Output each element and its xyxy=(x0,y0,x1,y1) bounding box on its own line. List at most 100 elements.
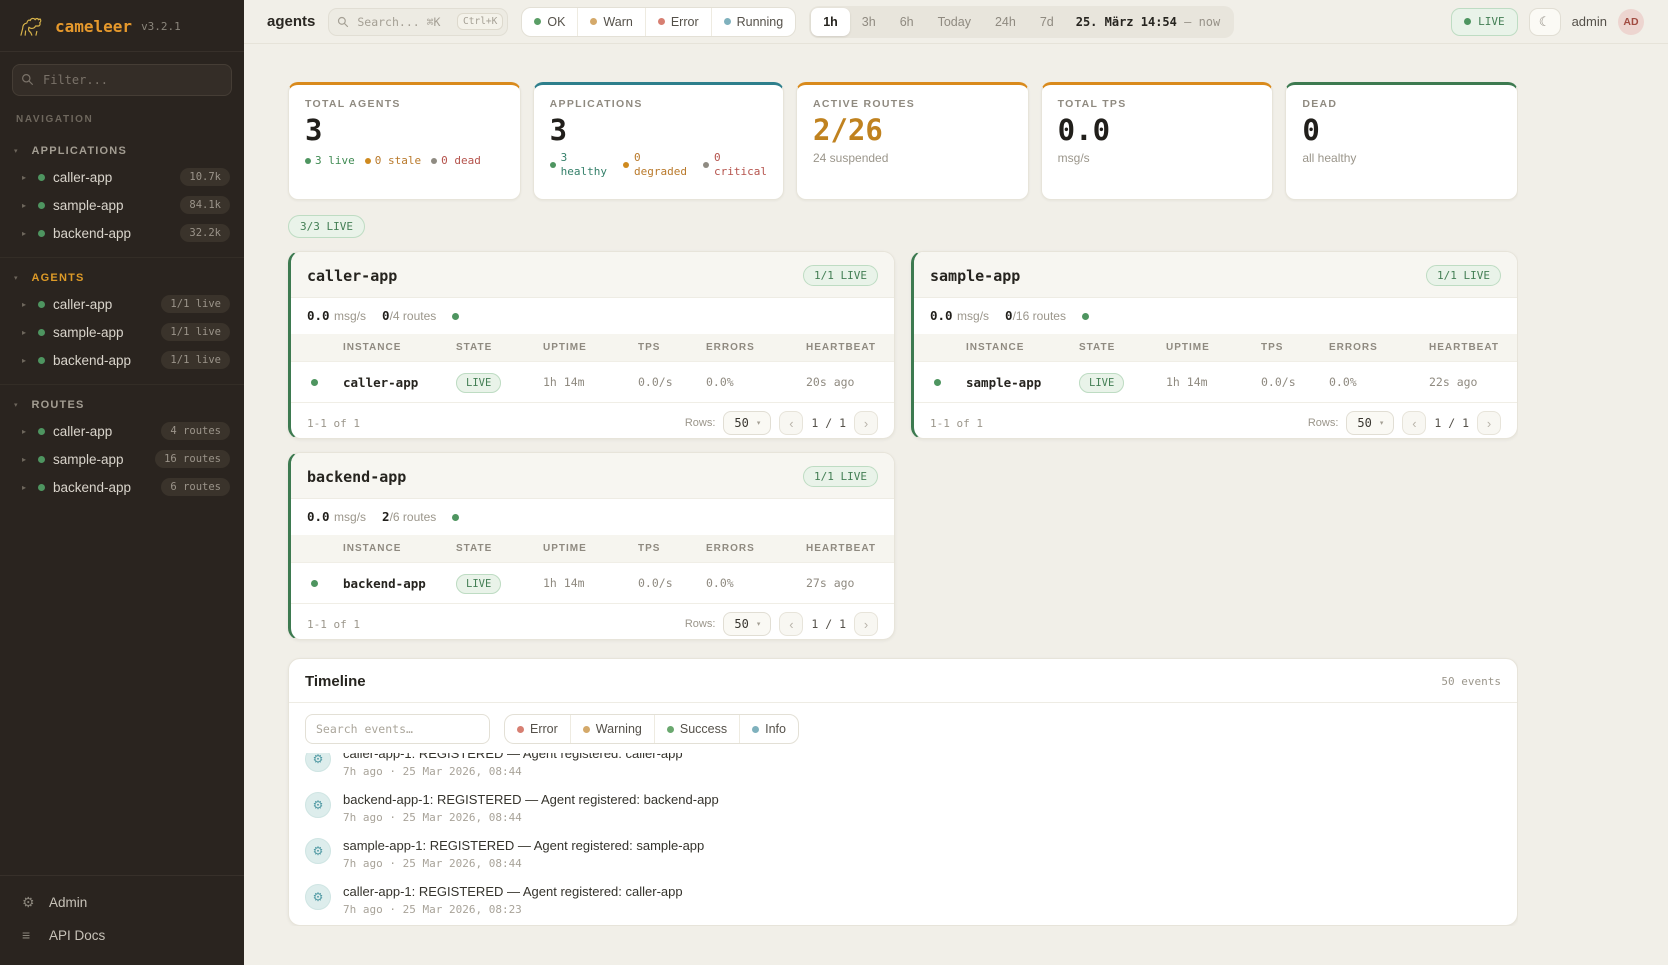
time-range-1h[interactable]: 1h xyxy=(811,8,850,36)
sidebar-item-agents-caller-app[interactable]: ▸ caller-app 1/1 live xyxy=(0,290,244,318)
event-item[interactable]: ⚙ backend-app-1: REGISTERED — Agent regi… xyxy=(289,787,1517,833)
event-filter-warning[interactable]: Warning xyxy=(570,715,654,743)
instance-row[interactable]: backend-app LIVE 1h 14m 0.0/s 0.0% 27s a… xyxy=(291,563,894,604)
next-page-button[interactable]: › xyxy=(854,411,878,435)
page-indicator: 1 / 1 xyxy=(811,617,846,631)
caret-down-icon: ▾ xyxy=(14,274,18,282)
time-range-7d[interactable]: 7d xyxy=(1028,8,1066,36)
timeline-title: Timeline xyxy=(305,673,366,690)
time-range-6h[interactable]: 6h xyxy=(888,8,926,36)
app-card-title: sample-app xyxy=(930,267,1020,285)
brand-logo[interactable]: cameleer v3.2.1 xyxy=(0,0,244,52)
filter-input[interactable] xyxy=(12,64,232,96)
timeline-panel: Timeline 50 events Error Warning xyxy=(288,658,1518,926)
status-dot xyxy=(311,580,318,587)
event-filter-error[interactable]: Error xyxy=(505,715,570,743)
instance-row[interactable]: sample-app LIVE 1h 14m 0.0/s 0.0% 22s ag… xyxy=(914,362,1517,403)
events-search-input[interactable] xyxy=(305,714,490,744)
sidebar-item-routes-backend-app[interactable]: ▸ backend-app 6 routes xyxy=(0,473,244,501)
user-name[interactable]: admin xyxy=(1572,14,1607,29)
event-item[interactable]: ⚙ caller-app-1: REGISTERED — Agent regis… xyxy=(289,879,1517,925)
error-dot xyxy=(517,726,524,733)
sidebar-item-agents-backend-app[interactable]: ▸ backend-app 1/1 live xyxy=(0,346,244,374)
section-header-applications[interactable]: ▾ APPLICATIONS xyxy=(0,139,244,163)
topbar-right: LIVE ☾ admin AD xyxy=(1451,8,1644,36)
sidebar-item-routes-sample-app[interactable]: ▸ sample-app 16 routes xyxy=(0,445,244,473)
sidebar-item-applications-sample-app[interactable]: ▸ sample-app 84.1k xyxy=(0,191,244,219)
event-item[interactable]: ⚙ sample-app-1: REGISTERED — Agent regis… xyxy=(289,833,1517,879)
info-dot xyxy=(752,726,759,733)
filter-chip-warn[interactable]: Warn xyxy=(577,8,644,36)
section-header-routes[interactable]: ▾ ROUTES xyxy=(0,393,244,417)
row-count: 1-1 of 1 xyxy=(307,618,360,631)
nav-section-label: NAVIGATION xyxy=(0,106,244,131)
stat-card-total-agents: TOTAL AGENTS 3 3 live 0 stale 0 dead xyxy=(288,82,521,200)
count-badge: 10.7k xyxy=(180,168,230,186)
sidebar-item-agents-sample-app[interactable]: ▸ sample-app 1/1 live xyxy=(0,318,244,346)
rows-per-page-select[interactable]: 50 ▾ xyxy=(1346,411,1394,435)
count-badge: 16 routes xyxy=(155,450,230,468)
time-range-3h[interactable]: 3h xyxy=(850,8,888,36)
warning-dot xyxy=(583,726,590,733)
dark-mode-toggle[interactable]: ☾ xyxy=(1529,8,1561,36)
chevron-right-icon: ▸ xyxy=(22,455,30,464)
event-item[interactable]: ⚙ caller-app-1: REGISTERED — Agent regis… xyxy=(289,753,1517,787)
sidebar: cameleer v3.2.1 NAVIGATION ▾ APPLICATION… xyxy=(0,0,244,965)
chevron-right-icon: ▸ xyxy=(22,356,30,365)
running-dot xyxy=(724,18,731,25)
event-filter-success[interactable]: Success xyxy=(654,715,739,743)
stat-card-active-routes: ACTIVE ROUTES 2/26 24 suspended xyxy=(796,82,1029,200)
sidebar-footer: ⚙ Admin ≡ API Docs xyxy=(0,875,244,965)
count-badge: 1/1 live xyxy=(161,351,230,369)
status-dot xyxy=(934,379,941,386)
filter-chip-error[interactable]: Error xyxy=(645,8,711,36)
app-live-badge: 1/1 LIVE xyxy=(803,466,878,487)
event-filter-group: Error Warning Success Info xyxy=(504,714,799,744)
critical-dot xyxy=(703,162,709,168)
state-badge: LIVE xyxy=(1079,373,1124,393)
app-card-caller-app: caller-app 1/1 LIVE 0.0 msg/s 0/4 routes… xyxy=(288,251,895,439)
rows-per-page-select[interactable]: 50 ▾ xyxy=(723,612,771,636)
count-badge: 1/1 live xyxy=(161,323,230,341)
count-badge: 1/1 live xyxy=(161,295,230,313)
sidebar-item-applications-caller-app[interactable]: ▸ caller-app 10.7k xyxy=(0,163,244,191)
caret-down-icon: ▾ xyxy=(14,401,18,409)
healthy-dot xyxy=(550,162,556,168)
status-dot xyxy=(38,484,45,491)
main-area: agents Ctrl+K OK Warn xyxy=(244,0,1668,965)
topbar: agents Ctrl+K OK Warn xyxy=(244,0,1668,44)
status-dot xyxy=(452,313,459,320)
sidebar-item-applications-backend-app[interactable]: ▸ backend-app 32.2k xyxy=(0,219,244,247)
sidebar-item-admin[interactable]: ⚙ Admin xyxy=(0,886,244,919)
moon-icon: ☾ xyxy=(1539,14,1551,29)
dead-dot xyxy=(431,158,437,164)
avatar[interactable]: AD xyxy=(1618,9,1644,35)
gear-icon: ⚙ xyxy=(305,753,331,772)
chevron-right-icon: ▸ xyxy=(22,201,30,210)
instance-row[interactable]: caller-app LIVE 1h 14m 0.0/s 0.0% 20s ag… xyxy=(291,362,894,403)
time-range-today[interactable]: Today xyxy=(926,8,983,36)
app-live-badge: 1/1 LIVE xyxy=(1426,265,1501,286)
chevron-right-icon: ▸ xyxy=(22,427,30,436)
prev-page-button[interactable]: ‹ xyxy=(779,411,803,435)
nav-group-applications: ▾ APPLICATIONS ▸ caller-app 10.7k ▸ samp… xyxy=(0,131,244,258)
next-page-button[interactable]: › xyxy=(1477,411,1501,435)
sidebar-item-routes-caller-app[interactable]: ▸ caller-app 4 routes xyxy=(0,417,244,445)
section-header-agents[interactable]: ▾ AGENTS xyxy=(0,266,244,290)
status-dot xyxy=(38,301,45,308)
time-range-24h[interactable]: 24h xyxy=(983,8,1028,36)
next-page-button[interactable]: › xyxy=(854,612,878,636)
caret-down-icon: ▾ xyxy=(1380,419,1384,427)
app-root: cameleer v3.2.1 NAVIGATION ▾ APPLICATION… xyxy=(0,0,1668,965)
sidebar-item-api-docs[interactable]: ≡ API Docs xyxy=(0,919,244,951)
filter-chip-running[interactable]: Running xyxy=(711,8,796,36)
app-card-sample-app: sample-app 1/1 LIVE 0.0 msg/s 0/16 route… xyxy=(911,251,1518,439)
event-filter-info[interactable]: Info xyxy=(739,715,798,743)
camel-icon xyxy=(16,13,46,39)
prev-page-button[interactable]: ‹ xyxy=(779,612,803,636)
rows-per-page-select[interactable]: 50 ▾ xyxy=(723,411,771,435)
search-icon xyxy=(337,16,349,28)
prev-page-button[interactable]: ‹ xyxy=(1402,411,1426,435)
filter-chip-ok[interactable]: OK xyxy=(522,8,577,36)
date-range[interactable]: 25. März 14:54 — now xyxy=(1076,15,1221,29)
